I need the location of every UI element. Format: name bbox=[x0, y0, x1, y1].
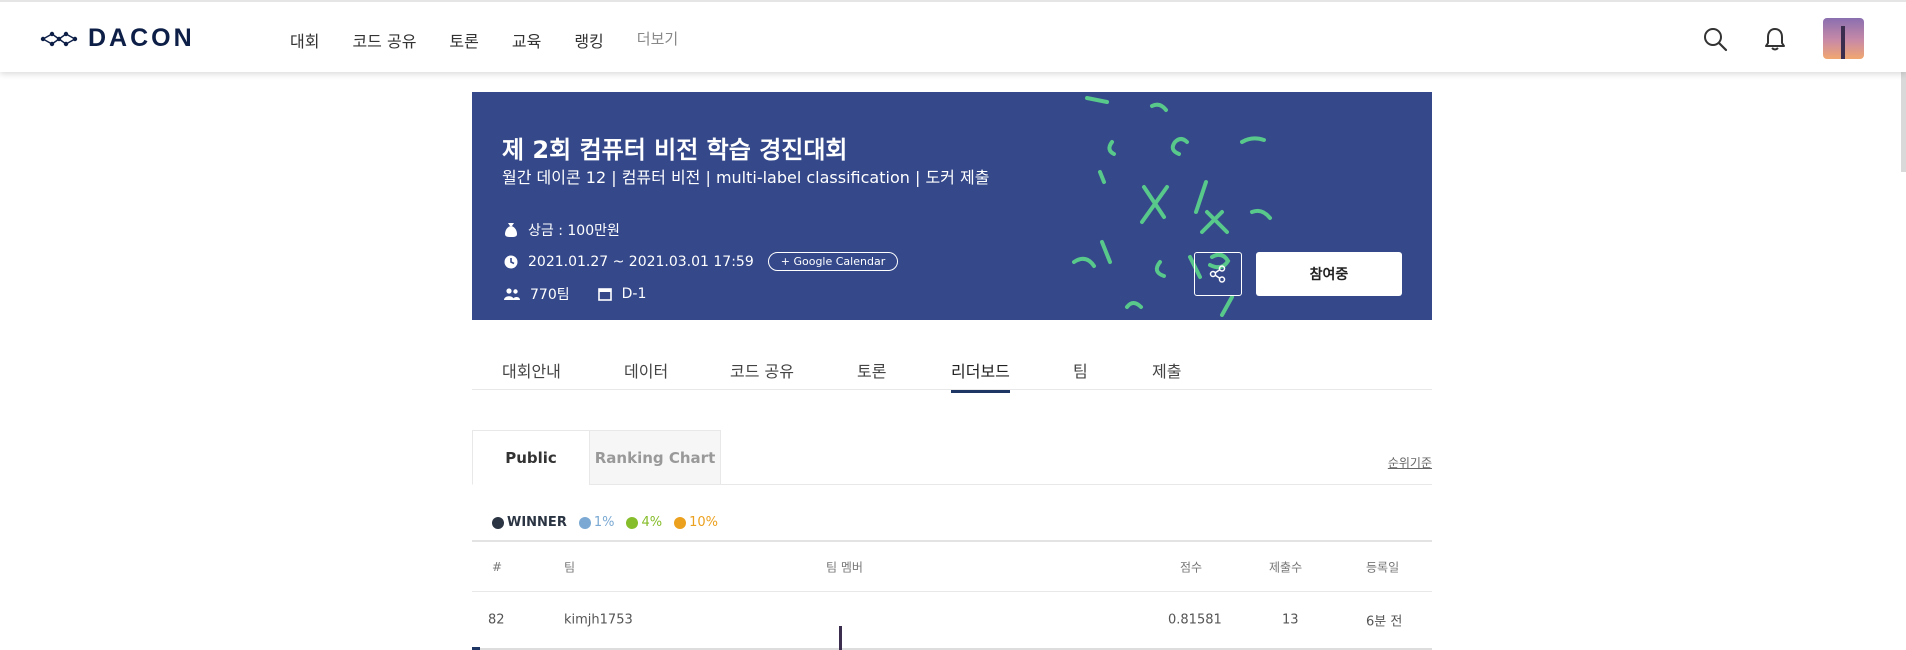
col-members: 팀 멤버 bbox=[826, 560, 863, 574]
search-icon[interactable] bbox=[1702, 26, 1728, 52]
nav-item-education[interactable]: 교육 bbox=[512, 28, 541, 52]
one-percent-dot-icon bbox=[578, 516, 591, 529]
col-registered: 등록일 bbox=[1366, 560, 1400, 574]
join-status-button[interactable]: 참여중 bbox=[1256, 252, 1402, 296]
d-day-text: D-1 bbox=[621, 286, 647, 302]
row-rank: 82 bbox=[488, 612, 505, 628]
table-header: # 팀 팀 멤버 점수 제출수 등록일 bbox=[472, 540, 1432, 592]
share-button[interactable] bbox=[1194, 252, 1242, 296]
row-registered: 6분 전 bbox=[1366, 614, 1403, 630]
legend-10pct: 10% bbox=[674, 515, 718, 530]
competition-subtitle: 월간 데이콘 12 | 컴퓨터 비전 | multi-label classif… bbox=[502, 168, 990, 187]
clock-icon bbox=[504, 255, 518, 268]
dacon-logo[interactable]: DACON bbox=[40, 24, 195, 53]
logo-text: DACON bbox=[88, 24, 195, 52]
stats-row: 770팀 D-1 bbox=[504, 284, 646, 304]
tab-leaderboard[interactable]: 리더보드 bbox=[951, 358, 1010, 393]
row-team-name[interactable]: kimjh1753 bbox=[564, 613, 633, 628]
leaderboard-subtabs: Public Ranking Chart 순위기준 bbox=[472, 430, 1432, 485]
competition-tabs: 대회안내 데이터 코드 공유 토론 리더보드 팀 제출 bbox=[472, 340, 1432, 393]
subtab-ranking-chart[interactable]: Ranking Chart bbox=[589, 430, 721, 485]
page-scrollbar[interactable] bbox=[1901, 72, 1906, 172]
bell-icon[interactable] bbox=[1762, 26, 1788, 52]
competition-title: 제 2회 컴퓨터 비전 학습 경진대회 bbox=[502, 136, 848, 164]
period-row: 2021.01.27 ~ 2021.03.01 17:59 + Google C… bbox=[504, 252, 899, 271]
table-row[interactable]: 82 kimjh1753 0.81581 13 6분 전 bbox=[472, 592, 1432, 650]
nav-item-more[interactable]: 더보기 bbox=[637, 28, 678, 52]
row-score: 0.81581 bbox=[1168, 612, 1222, 628]
leaderboard-table: # 팀 팀 멤버 점수 제출수 등록일 82 kimjh1753 0.81581… bbox=[472, 540, 1432, 650]
nav-item-ranking[interactable]: 랭킹 bbox=[574, 28, 603, 52]
period-text: 2021.01.27 ~ 2021.03.01 17:59 bbox=[528, 253, 754, 270]
google-calendar-button[interactable]: + Google Calendar bbox=[767, 252, 899, 271]
nav-item-competitions[interactable]: 대회 bbox=[290, 28, 319, 52]
legend-winner-label: WINNER bbox=[507, 515, 567, 530]
winner-dot-icon bbox=[492, 516, 504, 529]
top-navigation-bar: DACON 대회 코드 공유 토론 교육 랭킹 더보기 bbox=[0, 0, 1906, 72]
calendar-icon bbox=[597, 288, 612, 301]
rank-criteria-link[interactable]: 순위기준 bbox=[1388, 454, 1432, 471]
dacon-logo-icon bbox=[40, 31, 78, 46]
legend-4pct-label: 4% bbox=[641, 515, 663, 530]
competition-banner: 제 2회 컴퓨터 비전 학습 경진대회 월간 데이콘 12 | 컴퓨터 비전 |… bbox=[472, 92, 1432, 320]
col-submissions: 제출수 bbox=[1269, 560, 1303, 574]
tab-submit[interactable]: 제출 bbox=[1152, 358, 1181, 390]
legend-1pct-label: 1% bbox=[593, 515, 615, 530]
legend-1pct: 1% bbox=[578, 515, 615, 530]
col-score: 점수 bbox=[1180, 560, 1203, 574]
tab-team[interactable]: 팀 bbox=[1073, 358, 1088, 390]
team-count: 770팀 bbox=[530, 287, 570, 303]
prize-row: 상금 : 100만원 bbox=[504, 220, 620, 240]
share-icon bbox=[1209, 265, 1226, 283]
tab-data[interactable]: 데이터 bbox=[624, 358, 668, 390]
user-avatar[interactable] bbox=[1823, 18, 1864, 59]
col-team: 팀 bbox=[564, 560, 576, 574]
nav-item-discussion[interactable]: 토론 bbox=[449, 28, 478, 52]
four-percent-dot-icon bbox=[626, 516, 639, 529]
tab-overview[interactable]: 대회안내 bbox=[502, 358, 561, 390]
legend-winner: WINNER bbox=[492, 515, 567, 530]
ten-percent-dot-icon bbox=[674, 516, 687, 529]
nav-item-code-share[interactable]: 코드 공유 bbox=[352, 28, 416, 52]
col-rank: # bbox=[492, 559, 503, 574]
people-icon bbox=[504, 288, 520, 300]
tab-code-share[interactable]: 코드 공유 bbox=[730, 358, 794, 390]
legend-10pct-label: 10% bbox=[689, 515, 718, 530]
prize-text: 상금 : 100만원 bbox=[528, 223, 620, 239]
subtab-public[interactable]: Public bbox=[472, 430, 590, 485]
tier-legend: WINNER 1% 4% 10% bbox=[492, 515, 718, 530]
legend-4pct: 4% bbox=[626, 515, 662, 530]
tab-discussion[interactable]: 토론 bbox=[857, 358, 886, 390]
money-bag-icon bbox=[505, 223, 517, 237]
main-nav: 대회 코드 공유 토론 교육 랭킹 더보기 bbox=[290, 28, 678, 52]
row-submissions: 13 bbox=[1282, 612, 1299, 628]
